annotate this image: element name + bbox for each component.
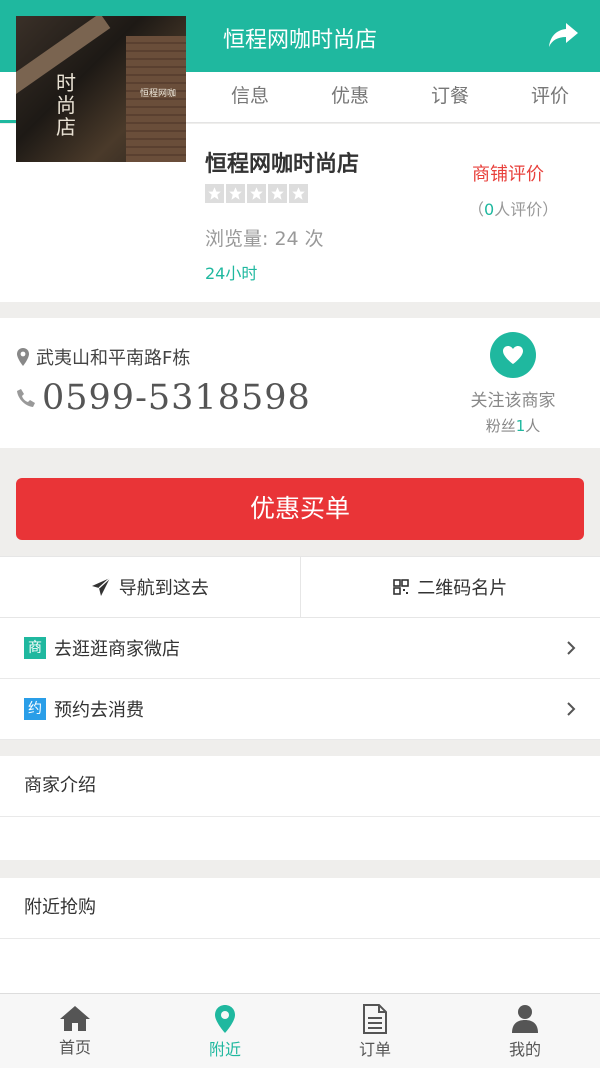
reservation-badge-icon: 约 xyxy=(24,698,46,720)
tab-reviews[interactable]: 评价 xyxy=(500,72,600,122)
heart-icon xyxy=(502,345,524,365)
shop-photo[interactable]: 时尚店 恒程网咖 xyxy=(16,16,186,162)
address-text: 武夷山和平南路F栋 xyxy=(36,344,190,370)
reservation-label: 预约去消费 xyxy=(54,696,566,722)
qrcode-label: 二维码名片 xyxy=(417,574,507,600)
phone-icon xyxy=(16,387,36,409)
qrcode-icon xyxy=(393,579,409,595)
follow-heart-button[interactable] xyxy=(490,332,536,378)
navigate-button[interactable]: 导航到这去 xyxy=(0,557,300,617)
bottom-nav-orders[interactable]: 订单 xyxy=(300,994,450,1068)
follow-merchant[interactable]: 关注该商家 粉丝1人 xyxy=(456,332,570,436)
fans-prefix: 粉丝 xyxy=(486,417,516,435)
rating-count-value: 0 xyxy=(484,200,494,219)
bottom-nav-orders-label: 订单 xyxy=(359,1036,391,1060)
photo-wall xyxy=(126,36,186,162)
star-icon xyxy=(289,184,308,203)
send-arrow-icon xyxy=(91,577,111,597)
bottom-nav-me[interactable]: 我的 xyxy=(450,994,600,1068)
photo-sign: 时尚店 xyxy=(56,72,78,138)
rating-count-suffix: 人评价） xyxy=(494,200,558,219)
view-count: 浏览量: 24 次 xyxy=(205,224,324,251)
business-hours: 24小时 xyxy=(205,260,257,284)
discount-pay-button[interactable]: 优惠买单 xyxy=(16,478,584,540)
tab-info[interactable]: 信息 xyxy=(200,72,300,122)
star-icon xyxy=(226,184,245,203)
micro-shop-label: 去逛逛商家微店 xyxy=(54,635,566,661)
shop-name: 恒程网咖时尚店 xyxy=(205,146,359,178)
document-icon xyxy=(362,1004,388,1034)
chevron-right-icon xyxy=(566,640,576,656)
qrcode-button[interactable]: 二维码名片 xyxy=(300,557,600,617)
phone-row[interactable]: 0599-5318598 xyxy=(16,378,311,418)
user-icon xyxy=(511,1004,539,1034)
address-row[interactable]: 武夷山和平南路F栋 xyxy=(16,344,190,370)
bottom-nav-me-label: 我的 xyxy=(509,1036,541,1060)
navigate-label: 导航到这去 xyxy=(119,574,209,600)
shop-badge-icon: 商 xyxy=(24,637,46,659)
follow-label: 关注该商家 xyxy=(456,386,570,411)
share-button[interactable] xyxy=(546,20,580,50)
list-item-reservation[interactable]: 约 预约去消费 xyxy=(0,679,600,740)
star-icon xyxy=(268,184,287,203)
rating-count-prefix: （ xyxy=(468,200,484,219)
chevron-right-icon xyxy=(566,701,576,717)
location-pin-icon xyxy=(213,1004,237,1034)
home-icon xyxy=(59,1004,91,1032)
photo-sign-small: 恒程网咖 xyxy=(140,86,176,99)
fans-count: 粉丝1人 xyxy=(456,415,570,436)
tab-discount[interactable]: 优惠 xyxy=(300,72,400,122)
phone-number: 0599-5318598 xyxy=(42,378,311,418)
action-row: 导航到这去 二维码名片 xyxy=(0,556,600,618)
star-rating xyxy=(205,184,308,203)
share-icon xyxy=(546,20,580,50)
nearby-deals-section: 附近抢购 xyxy=(0,878,600,993)
bottom-nav-nearby[interactable]: 附近 xyxy=(150,994,300,1068)
map-pin-icon xyxy=(16,347,30,367)
shop-rating-link[interactable]: 商铺评价 xyxy=(472,160,544,186)
star-icon xyxy=(205,184,224,203)
bottom-nav-nearby-label: 附近 xyxy=(209,1036,241,1060)
bottom-nav-home[interactable]: 首页 xyxy=(0,994,150,1068)
rating-count: （0人评价） xyxy=(468,196,558,220)
fans-number: 1 xyxy=(516,417,526,435)
merchant-intro-heading: 商家介绍 xyxy=(0,756,600,817)
tab-order-food[interactable]: 订餐 xyxy=(400,72,500,122)
merchant-intro-section: 商家介绍 xyxy=(0,756,600,860)
star-icon xyxy=(247,184,266,203)
nearby-deals-heading: 附近抢购 xyxy=(0,878,600,939)
bottom-nav-home-label: 首页 xyxy=(59,1034,91,1058)
bottom-nav: 首页 附近 订单 我的 xyxy=(0,993,600,1068)
list-item-micro-shop[interactable]: 商 去逛逛商家微店 xyxy=(0,618,600,679)
fans-suffix: 人 xyxy=(525,417,540,435)
